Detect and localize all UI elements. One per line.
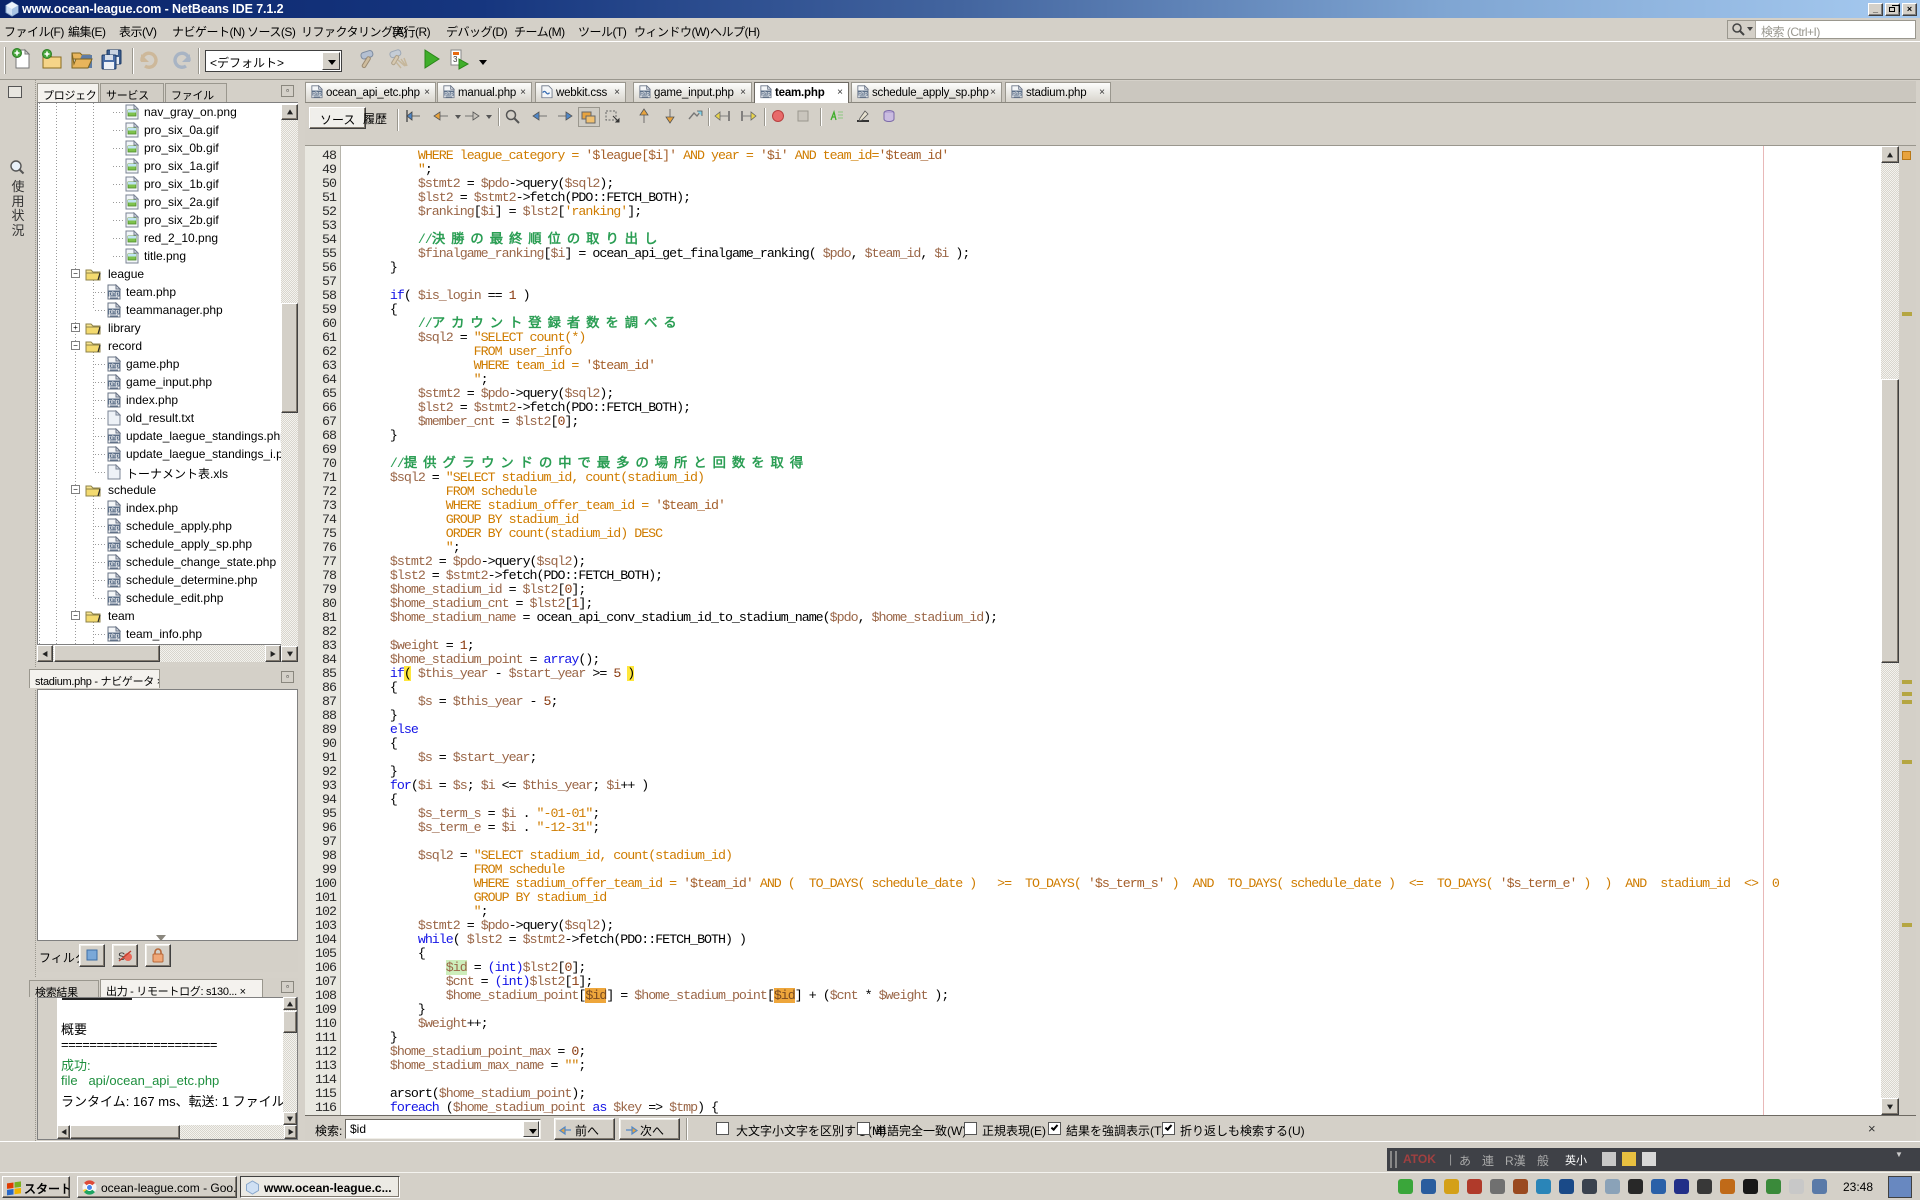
svg-text:php: php: [109, 291, 120, 298]
svg-text:php: php: [109, 543, 120, 550]
svg-text:php: php: [109, 525, 120, 532]
svg-text:php: php: [109, 381, 120, 388]
svg-text:php: php: [109, 633, 120, 640]
svg-text:php: php: [312, 91, 321, 97]
svg-text:php: php: [109, 363, 120, 370]
svg-text:php: php: [109, 399, 120, 406]
svg-text:php: php: [858, 91, 867, 97]
svg-text:php: php: [109, 507, 120, 514]
svg-text:3: 3: [453, 55, 458, 64]
svg-text:php: php: [640, 91, 649, 97]
svg-text:php: php: [109, 453, 120, 460]
svg-text:php: php: [444, 91, 453, 97]
svg-text:php: php: [109, 435, 120, 442]
svg-text:php: php: [1012, 91, 1021, 97]
svg-text:php: php: [761, 91, 770, 97]
svg-text:php: php: [109, 597, 120, 604]
svg-text:php: php: [109, 309, 120, 316]
svg-text:php: php: [109, 561, 120, 568]
svg-text:php: php: [109, 579, 120, 586]
